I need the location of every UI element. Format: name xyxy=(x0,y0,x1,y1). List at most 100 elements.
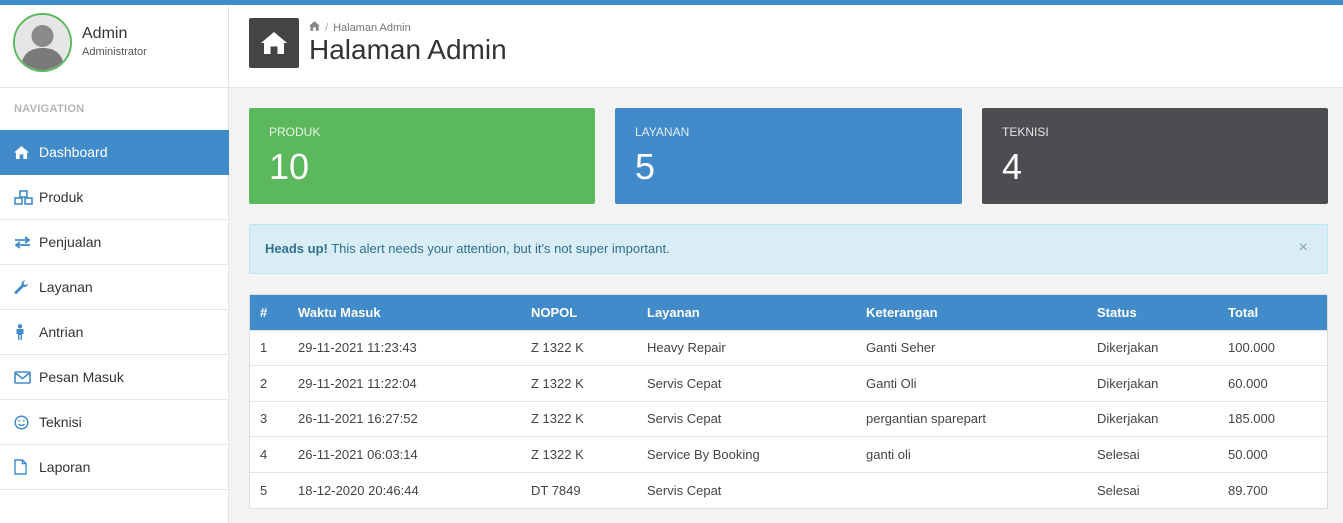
table-cell: Z 1322 K xyxy=(521,329,637,366)
table-cell: 29-11-2021 11:22:04 xyxy=(288,365,521,402)
table-cell: 185.000 xyxy=(1218,400,1327,437)
table-cell: Z 1322 K xyxy=(521,400,637,437)
nav-item-layanan[interactable]: Layanan xyxy=(0,265,229,310)
envelope-icon xyxy=(14,369,34,385)
sidebar: Admin Administrator NAVIGATION Dashboard… xyxy=(0,5,229,523)
nav-item-laporan[interactable]: Laporan xyxy=(0,445,229,490)
nav-item-label: Produk xyxy=(39,189,84,205)
breadcrumb: / Halaman Admin xyxy=(309,21,411,34)
table-cell xyxy=(856,471,1087,508)
table-cell: 4 xyxy=(250,436,288,473)
stat-value: 4 xyxy=(1002,146,1023,187)
page-header: / Halaman Admin Halaman Admin xyxy=(229,5,1343,88)
column-header: Status xyxy=(1097,304,1137,320)
table-cell: 89.700 xyxy=(1218,471,1327,508)
table-row[interactable]: 1 29-11-2021 11:23:43 Z 1322 K Heavy Rep… xyxy=(250,329,1327,366)
column-header: # xyxy=(260,304,268,320)
nav-item-produk[interactable]: Produk xyxy=(0,175,229,220)
nav-menu: Dashboard Produk Penjualan Layanan Antri… xyxy=(0,130,229,490)
home-icon xyxy=(14,144,34,160)
table-cell: 2 xyxy=(250,365,288,402)
home-icon[interactable] xyxy=(309,21,320,34)
table-cell: Servis Cepat xyxy=(637,471,856,508)
table-row[interactable]: 4 26-11-2021 06:03:14 Z 1322 K Service B… xyxy=(250,436,1327,473)
nav-item-label: Dashboard xyxy=(39,144,108,160)
avatar[interactable] xyxy=(13,13,72,72)
stat-card-layanan[interactable]: LAYANAN 5 xyxy=(615,108,962,204)
table-cell: 50.000 xyxy=(1218,436,1327,473)
table-cell: 18-12-2020 20:46:44 xyxy=(288,471,521,508)
exchange-icon xyxy=(14,234,34,250)
column-header: Total xyxy=(1228,304,1259,320)
alert-text: This alert needs your attention, but it'… xyxy=(327,241,670,256)
stat-label: PRODUK xyxy=(269,125,321,139)
stat-card-teknisi[interactable]: TEKNISI 4 xyxy=(982,108,1328,204)
profile-role: Administrator xyxy=(82,46,147,58)
nav-item-label: Layanan xyxy=(39,279,93,295)
nav-item-label: Pesan Masuk xyxy=(39,369,124,385)
table-cell: 3 xyxy=(250,400,288,437)
nav-item-label: Teknisi xyxy=(39,414,82,430)
nav-item-pesan-masuk[interactable]: Pesan Masuk xyxy=(0,355,229,400)
table-row[interactable]: 5 18-12-2020 20:46:44 DT 7849 Servis Cep… xyxy=(250,471,1327,508)
page-title: Halaman Admin xyxy=(309,34,507,65)
close-icon[interactable]: × xyxy=(1299,239,1308,257)
table-cell: 100.000 xyxy=(1218,329,1327,366)
table-cell: Ganti Oli xyxy=(856,365,1087,402)
table-cell: Ganti Seher xyxy=(856,329,1087,366)
wrench-icon xyxy=(14,279,34,295)
stat-value: 10 xyxy=(269,146,310,187)
column-header: NOPOL xyxy=(531,304,578,320)
nav-item-label: Antrian xyxy=(39,324,84,340)
column-header: Keterangan xyxy=(866,304,938,320)
table-cell: Z 1322 K xyxy=(521,436,637,473)
smile-icon xyxy=(14,414,34,430)
table-cell: Dikerjakan xyxy=(1087,400,1218,437)
table-cell: Z 1322 K xyxy=(521,365,637,402)
nav-item-label: Laporan xyxy=(39,459,91,475)
table-cell: 26-11-2021 16:27:52 xyxy=(288,400,521,437)
table-cell: Servis Cepat xyxy=(637,365,856,402)
table-cell: Dikerjakan xyxy=(1087,329,1218,366)
column-header: Layanan xyxy=(647,304,700,320)
table-cell: ganti oli xyxy=(856,436,1087,473)
stat-label: LAYANAN xyxy=(635,125,690,139)
table-cell: 60.000 xyxy=(1218,365,1327,402)
nav-item-teknisi[interactable]: Teknisi xyxy=(0,400,229,445)
table-cell: 5 xyxy=(250,471,288,508)
nav-item-penjualan[interactable]: Penjualan xyxy=(0,220,229,265)
table-cell: pergantian sparepart xyxy=(856,400,1087,437)
info-alert: Heads up! This alert needs your attentio… xyxy=(249,224,1328,274)
services-table: # Waktu Masuk NOPOL Layanan Keterangan S… xyxy=(249,294,1328,509)
table-cell: 26-11-2021 06:03:14 xyxy=(288,436,521,473)
table-row[interactable]: 3 26-11-2021 16:27:52 Z 1322 K Servis Ce… xyxy=(250,400,1327,437)
nav-item-dashboard[interactable]: Dashboard xyxy=(0,130,229,175)
table-header-row: # Waktu Masuk NOPOL Layanan Keterangan S… xyxy=(250,295,1327,330)
user-profile: Admin Administrator xyxy=(0,5,228,88)
nav-section-title: NAVIGATION xyxy=(14,103,85,115)
alert-heading: Heads up! xyxy=(265,241,328,256)
table-row[interactable]: 2 29-11-2021 11:22:04 Z 1322 K Servis Ce… xyxy=(250,365,1327,402)
table-cell: Dikerjakan xyxy=(1087,365,1218,402)
table-cell: Heavy Repair xyxy=(637,329,856,366)
file-icon xyxy=(14,459,34,475)
column-header: Waktu Masuk xyxy=(298,304,381,320)
stat-value: 5 xyxy=(635,146,656,187)
table-cell: Servis Cepat xyxy=(637,400,856,437)
table-cell: Service By Booking xyxy=(637,436,856,473)
person-icon xyxy=(14,324,34,340)
table-cell: Selesai xyxy=(1087,471,1218,508)
breadcrumb-current: Halaman Admin xyxy=(333,21,411,34)
breadcrumb-separator: / xyxy=(325,21,329,34)
profile-name: Admin xyxy=(82,25,128,42)
table-cell: 29-11-2021 11:23:43 xyxy=(288,329,521,366)
table-cell: 1 xyxy=(250,329,288,366)
stat-card-produk[interactable]: PRODUK 10 xyxy=(249,108,595,204)
cubes-icon xyxy=(14,189,34,205)
table-cell: DT 7849 xyxy=(521,471,637,508)
table-cell: Selesai xyxy=(1087,436,1218,473)
nav-item-antrian[interactable]: Antrian xyxy=(0,310,229,355)
nav-item-label: Penjualan xyxy=(39,234,102,250)
home-icon xyxy=(249,18,299,68)
stat-label: TEKNISI xyxy=(1002,125,1049,139)
